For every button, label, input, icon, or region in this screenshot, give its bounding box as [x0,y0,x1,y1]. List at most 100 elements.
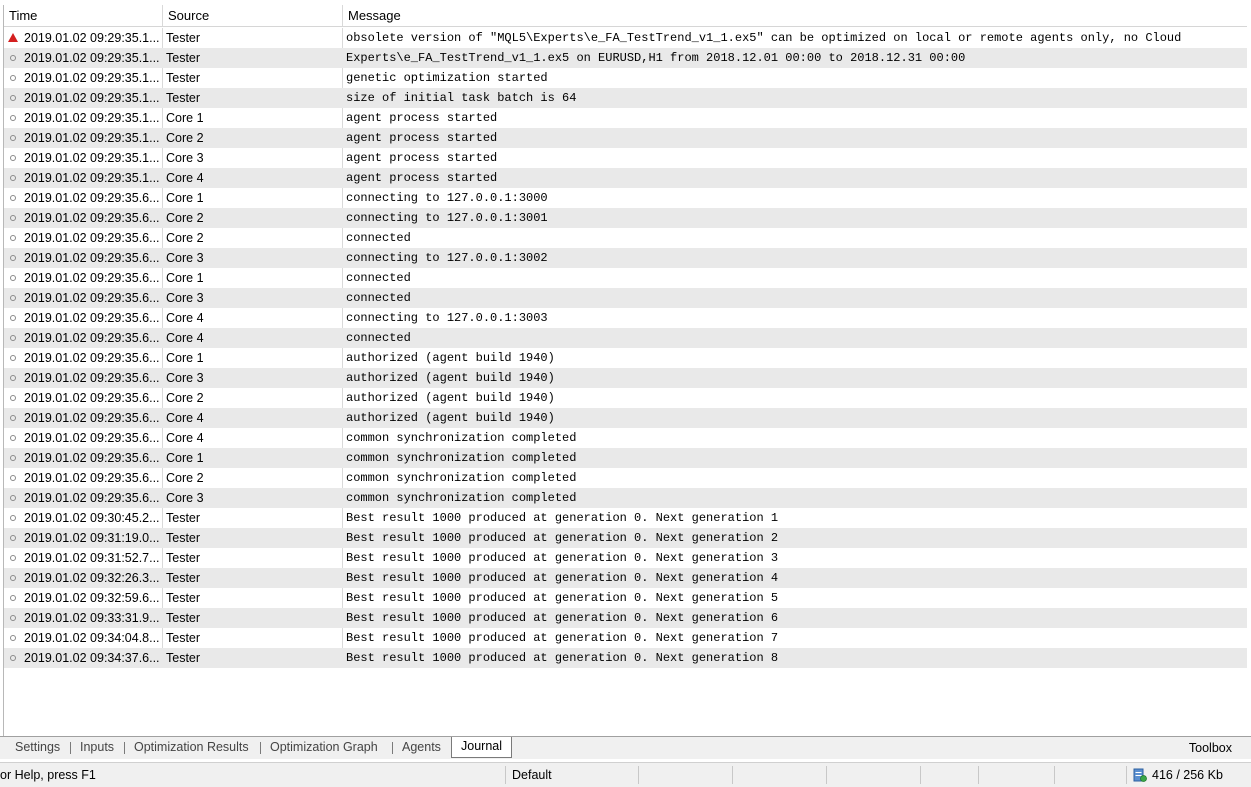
log-source: Tester [166,651,201,665]
info-icon [6,508,20,528]
tab-agents[interactable]: Agents [402,738,441,757]
log-message: common synchronization completed [346,451,577,465]
info-icon [6,328,20,348]
column-header-time[interactable]: Time [4,5,163,26]
log-time: 2019.01.02 09:29:35.6... [24,191,160,205]
info-icon [6,568,20,588]
status-divider [505,766,506,784]
log-source: Core 4 [166,171,204,185]
log-message: agent process started [346,171,498,185]
warning-icon [6,28,20,48]
table-row[interactable]: 2019.01.02 09:31:19.0... Tester Best resul… [4,528,1247,548]
table-row[interactable]: 2019.01.02 09:29:35.1... Tester obsolete v… [4,28,1247,48]
table-row[interactable]: 2019.01.02 09:29:35.6... Core 2 authorized… [4,388,1247,408]
table-row[interactable]: 2019.01.02 09:29:35.6... Core 4 connecting… [4,308,1247,328]
log-source: Tester [166,71,201,85]
table-row[interactable]: 2019.01.02 09:29:35.1... Tester size of in… [4,88,1247,108]
info-icon [6,588,20,608]
log-source: Core 2 [166,131,204,145]
status-divider [920,766,921,784]
log-time: 2019.01.02 09:29:35.1... [24,91,160,105]
log-source: Core 3 [166,291,204,305]
table-row[interactable]: 2019.01.02 09:29:35.6... Core 3 authorized… [4,368,1247,388]
table-row[interactable]: 2019.01.02 09:34:37.6... Tester Best resul… [4,648,1247,668]
log-message: agent process started [346,131,498,145]
log-source: Core 1 [166,191,204,205]
table-row[interactable]: 2019.01.02 09:29:35.6... Core 1 connected [4,268,1247,288]
table-row[interactable]: 2019.01.02 09:29:35.6... Core 4 connected [4,328,1247,348]
log-source: Tester [166,51,201,65]
table-row[interactable]: 2019.01.02 09:29:35.6... Core 3 common syn… [4,488,1247,508]
log-time: 2019.01.02 09:29:35.1... [24,51,160,65]
table-row[interactable]: 2019.01.02 09:29:35.1... Tester Experts\e_… [4,48,1247,68]
info-icon [6,168,20,188]
table-row[interactable]: 2019.01.02 09:29:35.6... Core 1 common syn… [4,448,1247,468]
column-header-message[interactable]: Message [343,5,1247,26]
log-message: connecting to 127.0.0.1:3000 [346,191,548,205]
log-message: Best result 1000 produced at generation … [346,531,779,545]
table-row[interactable]: 2019.01.02 09:29:35.6... Core 3 connecting… [4,248,1247,268]
info-icon [6,288,20,308]
log-time: 2019.01.02 09:32:59.6... [24,591,160,605]
database-icon [1133,768,1147,782]
tab-optimization-graph[interactable]: Optimization Graph [270,738,378,757]
log-message: connecting to 127.0.0.1:3001 [346,211,548,225]
log-time: 2019.01.02 09:29:35.1... [24,71,160,85]
log-time: 2019.01.02 09:31:52.7... [24,551,160,565]
log-message: Best result 1000 produced at generation … [346,631,779,645]
table-row[interactable]: 2019.01.02 09:30:45.2... Tester Best resul… [4,508,1247,528]
table-row[interactable]: 2019.01.02 09:29:35.1... Core 1 agent proc… [4,108,1247,128]
log-time: 2019.01.02 09:29:35.1... [24,171,160,185]
table-row[interactable]: 2019.01.02 09:29:35.6... Core 4 common syn… [4,428,1247,448]
toolbox-button[interactable]: Toolbox [1189,738,1232,758]
info-icon [6,548,20,568]
table-row[interactable]: 2019.01.02 09:32:26.3... Tester Best resul… [4,568,1247,588]
table-row[interactable]: 2019.01.02 09:29:35.6... Core 2 common syn… [4,468,1247,488]
table-row[interactable]: 2019.01.02 09:32:59.6... Tester Best resul… [4,588,1247,608]
status-memory: 416 / 256 Kb [1152,768,1223,782]
info-icon [6,368,20,388]
table-row[interactable]: 2019.01.02 09:33:31.9... Tester Best resul… [4,608,1247,628]
log-source: Core 2 [166,231,204,245]
tab-inputs[interactable]: Inputs [80,738,114,757]
log-message: Best result 1000 produced at generation … [346,591,779,605]
journal-panel: Time Source Message 2019.01.02 09:29:35.… [0,0,1251,736]
table-row[interactable]: 2019.01.02 09:29:35.1... Core 4 agent proc… [4,168,1247,188]
status-bar: or Help, press F1 Default 416 / 256 Kb [0,762,1251,787]
table-row[interactable]: 2019.01.02 09:29:35.6... Core 2 connecting… [4,208,1247,228]
status-divider [978,766,979,784]
log-message: common synchronization completed [346,491,577,505]
status-divider [1126,766,1127,784]
log-message: connected [346,231,411,245]
table-row[interactable]: 2019.01.02 09:29:35.6... Core 3 connected [4,288,1247,308]
table-row[interactable]: 2019.01.02 09:29:35.6... Core 1 authorized… [4,348,1247,368]
info-icon [6,428,20,448]
log-message: obsolete version of "MQL5\Experts\e_FA_T… [346,31,1182,45]
tab-divider [124,742,125,754]
table-row[interactable]: 2019.01.02 09:31:52.7... Tester Best resul… [4,548,1247,568]
info-icon [6,348,20,368]
tab-settings[interactable]: Settings [15,738,60,757]
table-row[interactable]: 2019.01.02 09:29:35.6... Core 4 authorized… [4,408,1247,428]
log-source: Tester [166,571,201,585]
table-row[interactable]: 2019.01.02 09:34:04.8... Tester Best resul… [4,628,1247,648]
log-time: 2019.01.02 09:29:35.1... [24,111,160,125]
table-row[interactable]: 2019.01.02 09:29:35.6... Core 1 connecting… [4,188,1247,208]
info-icon [6,208,20,228]
log-message: authorized (agent build 1940) [346,371,555,385]
log-message: size of initial task batch is 64 [346,91,577,105]
log-time: 2019.01.02 09:29:35.6... [24,331,160,345]
table-row[interactable]: 2019.01.02 09:29:35.1... Core 2 agent proc… [4,128,1247,148]
tab-journal[interactable]: Journal [451,737,512,758]
tab-optimization-results[interactable]: Optimization Results [134,738,249,757]
tab-divider [70,742,71,754]
info-icon [6,108,20,128]
info-icon [6,48,20,68]
info-icon [6,88,20,108]
table-row[interactable]: 2019.01.02 09:29:35.1... Core 3 agent proc… [4,148,1247,168]
column-header-source[interactable]: Source [163,5,343,26]
table-row[interactable]: 2019.01.02 09:29:35.6... Core 2 connected [4,228,1247,248]
status-divider [826,766,827,784]
table-row[interactable]: 2019.01.02 09:29:35.1... Tester genetic op… [4,68,1247,88]
info-icon [6,408,20,428]
